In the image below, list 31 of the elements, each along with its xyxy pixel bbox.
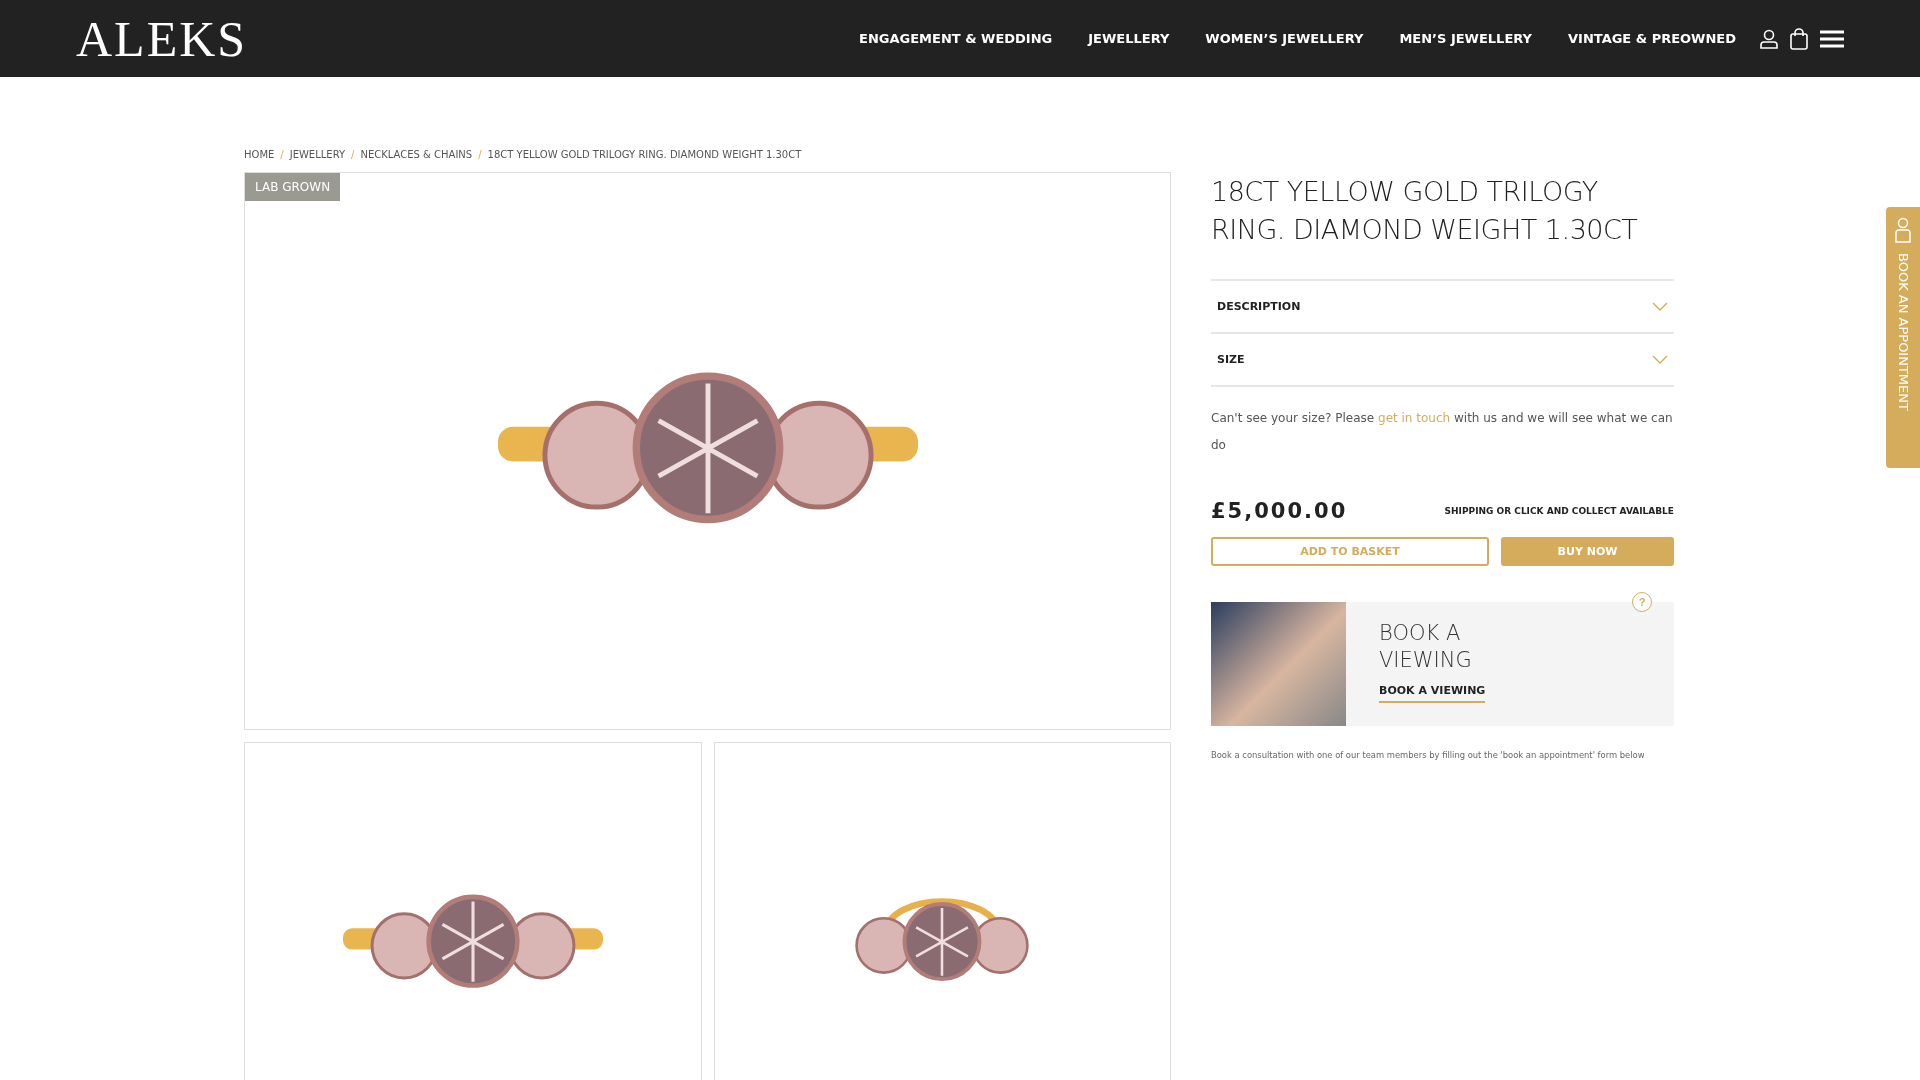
book-viewing-link[interactable]: BOOK A VIEWING bbox=[1379, 684, 1486, 703]
product-title: 18CT YELLOW GOLD TRILOGY RING. DIAMOND WEIGHT 1.30CT bbox=[1211, 175, 1639, 247]
lab-grown-badge: LAB GROWN bbox=[245, 173, 341, 201]
nav-link[interactable]: ENGAGEMENT & WEDDING bbox=[859, 31, 1053, 46]
shipping-note: SHIPPING OR CLICK AND COLLECT AVAILABLE bbox=[1444, 506, 1674, 516]
nav-link[interactable]: VINTAGE & PREOWNED bbox=[1568, 31, 1736, 46]
menu-icon[interactable] bbox=[1820, 28, 1844, 49]
product-thumbnail[interactable] bbox=[244, 742, 702, 1080]
breadcrumb-separator: / bbox=[351, 149, 355, 160]
site-logo[interactable]: ALEKS bbox=[76, 9, 248, 68]
nav-link[interactable]: WOMEN’S JEWELLERY bbox=[1205, 31, 1364, 46]
breadcrumb-link[interactable]: JEWELLERY bbox=[289, 149, 346, 160]
breadcrumb-separator: / bbox=[478, 149, 482, 160]
product-price: £5,000.00 bbox=[1211, 499, 1348, 523]
chevron-down-icon bbox=[1652, 302, 1668, 311]
chevron-down-icon bbox=[1652, 355, 1668, 364]
breadcrumb-link[interactable]: 18CT YELLOW GOLD TRILOGY RING. DIAMOND WEIGHT 1.30CT bbox=[487, 149, 802, 160]
shopping-bag-icon[interactable] bbox=[1790, 27, 1808, 50]
size-note: Can't see your size? Please get in touch with us and we will see what we can do bbox=[1211, 410, 1674, 454]
product-thumbnail[interactable] bbox=[713, 742, 1171, 1080]
person-icon bbox=[1893, 217, 1913, 243]
breadcrumb-link[interactable]: HOME bbox=[244, 149, 275, 160]
accordion-header[interactable]: DESCRIPTION bbox=[1211, 279, 1674, 332]
consultation-note: Book a consultation with one of our team members by filling out the 'book an appointment' form below bbox=[1211, 750, 1646, 760]
nav-link[interactable]: JEWELLERY bbox=[1088, 31, 1170, 46]
nav-link[interactable]: MEN’S JEWELLERY bbox=[1399, 31, 1532, 46]
breadcrumb-link[interactable]: NECKLACES & CHAINS bbox=[360, 149, 473, 160]
accordion-header[interactable]: SIZE bbox=[1211, 332, 1674, 385]
viewing-title: BOOK A VIEWING bbox=[1379, 620, 1473, 674]
user-icon[interactable] bbox=[1760, 28, 1778, 49]
breadcrumb-separator: / bbox=[280, 149, 284, 160]
